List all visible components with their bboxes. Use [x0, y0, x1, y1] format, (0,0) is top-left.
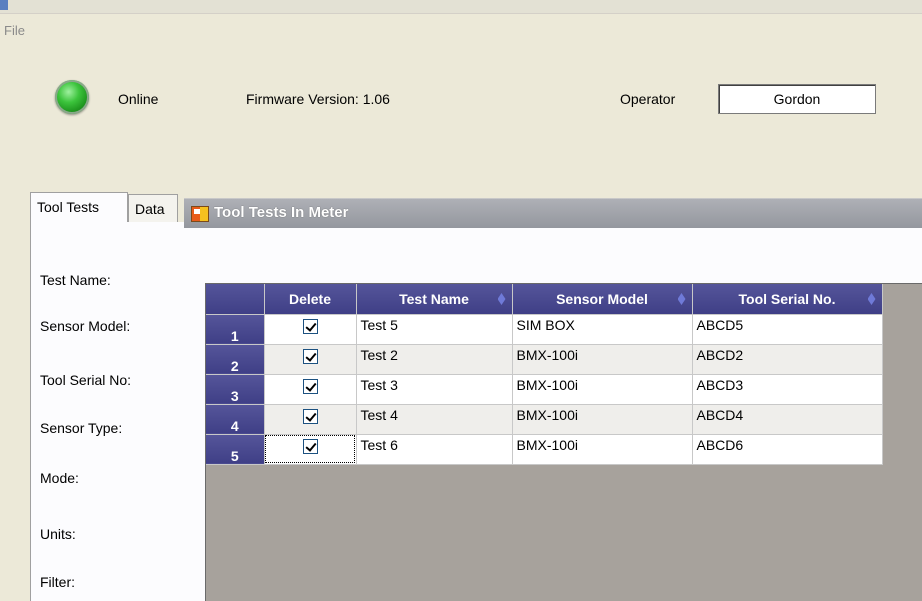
- status-led-icon: [55, 80, 89, 114]
- delete-checkbox[interactable]: [302, 318, 318, 334]
- serial-cell[interactable]: ABCD4: [692, 404, 883, 435]
- column-header-label: Test Name: [399, 290, 469, 307]
- menu-file[interactable]: File: [4, 23, 25, 38]
- grid-header-row: Delete Test Name Sensor Model Tool Seria…: [206, 284, 883, 315]
- tab-data[interactable]: Data: [128, 194, 178, 222]
- tests-table: Delete Test Name Sensor Model Tool Seria…: [206, 284, 883, 465]
- column-header-test-name[interactable]: Test Name: [356, 284, 513, 315]
- sensor-type-label: Sensor Type:: [40, 420, 123, 436]
- column-header-label: Sensor Model: [556, 290, 648, 307]
- tab-tool-tests[interactable]: Tool Tests: [30, 192, 128, 222]
- row-header-corner: [206, 284, 265, 315]
- delete-checkbox[interactable]: [302, 438, 318, 454]
- sort-icon: [497, 293, 506, 305]
- serial-cell[interactable]: ABCD2: [692, 344, 883, 375]
- delete-cell[interactable]: [264, 404, 357, 435]
- row-number[interactable]: 4: [206, 404, 265, 435]
- sensor-model-cell[interactable]: SIM BOX: [512, 314, 693, 345]
- column-header-label: Delete: [288, 290, 332, 307]
- column-header-tool-serial[interactable]: Tool Serial No.: [692, 284, 883, 315]
- column-header-sensor-model[interactable]: Sensor Model: [512, 284, 693, 315]
- test-name-cell[interactable]: Test 4: [356, 404, 513, 435]
- table-row[interactable]: 2 Test 2 BMX-100i ABCD2: [206, 344, 883, 375]
- table-row[interactable]: 1 Test 5 SIM BOX ABCD5: [206, 314, 883, 345]
- test-name-cell[interactable]: Test 3: [356, 374, 513, 405]
- serial-cell[interactable]: ABCD6: [692, 434, 883, 465]
- sensor-model-cell[interactable]: BMX-100i: [512, 434, 693, 465]
- test-name-cell[interactable]: Test 5: [356, 314, 513, 345]
- operator-label: Operator: [620, 91, 676, 107]
- title-bar: [0, 0, 922, 14]
- table-row[interactable]: 5 Test 6 BMX-100i ABCD6: [206, 434, 883, 465]
- form-icon: [191, 206, 209, 222]
- sort-icon: [677, 293, 686, 305]
- serial-cell[interactable]: ABCD3: [692, 374, 883, 405]
- operator-field[interactable]: Gordon: [718, 84, 876, 114]
- connection-status: Online: [118, 91, 159, 107]
- form-header: Tool Tests In Meter: [184, 198, 922, 228]
- delete-checkbox[interactable]: [302, 348, 318, 364]
- filter-label: Filter:: [40, 574, 75, 590]
- delete-cell[interactable]: [264, 344, 357, 375]
- delete-cell[interactable]: [264, 314, 357, 345]
- table-row[interactable]: 4 Test 4 BMX-100i ABCD4: [206, 404, 883, 435]
- column-header-delete[interactable]: Delete: [264, 284, 357, 315]
- row-number[interactable]: 1: [206, 314, 265, 345]
- test-name-cell[interactable]: Test 6: [356, 434, 513, 465]
- sensor-model-label: Sensor Model:: [40, 318, 131, 334]
- tool-serial-label: Tool Serial No:: [40, 372, 132, 388]
- table-row[interactable]: 3 Test 3 BMX-100i ABCD3: [206, 374, 883, 405]
- menu-bar: File: [0, 14, 922, 38]
- app-icon: [0, 0, 8, 10]
- mode-label: Mode:: [40, 470, 79, 486]
- delete-cell[interactable]: [264, 374, 357, 405]
- row-number[interactable]: 5: [206, 434, 265, 465]
- test-name-label: Test Name:: [40, 272, 111, 288]
- column-header-label: Tool Serial No.: [738, 290, 836, 307]
- row-number[interactable]: 3: [206, 374, 265, 405]
- test-name-cell[interactable]: Test 2: [356, 344, 513, 375]
- delete-checkbox[interactable]: [302, 378, 318, 394]
- units-label: Units:: [40, 526, 76, 542]
- row-number[interactable]: 2: [206, 344, 265, 375]
- firmware-version: Firmware Version: 1.06: [246, 91, 390, 107]
- tests-grid: Delete Test Name Sensor Model Tool Seria…: [205, 283, 922, 601]
- sort-icon: [867, 293, 876, 305]
- sensor-model-cell[interactable]: BMX-100i: [512, 344, 693, 375]
- form-title: Tool Tests In Meter: [214, 204, 349, 221]
- serial-cell[interactable]: ABCD5: [692, 314, 883, 345]
- delete-checkbox[interactable]: [302, 408, 318, 424]
- delete-cell[interactable]: [264, 434, 357, 465]
- sensor-model-cell[interactable]: BMX-100i: [512, 374, 693, 405]
- sensor-model-cell[interactable]: BMX-100i: [512, 404, 693, 435]
